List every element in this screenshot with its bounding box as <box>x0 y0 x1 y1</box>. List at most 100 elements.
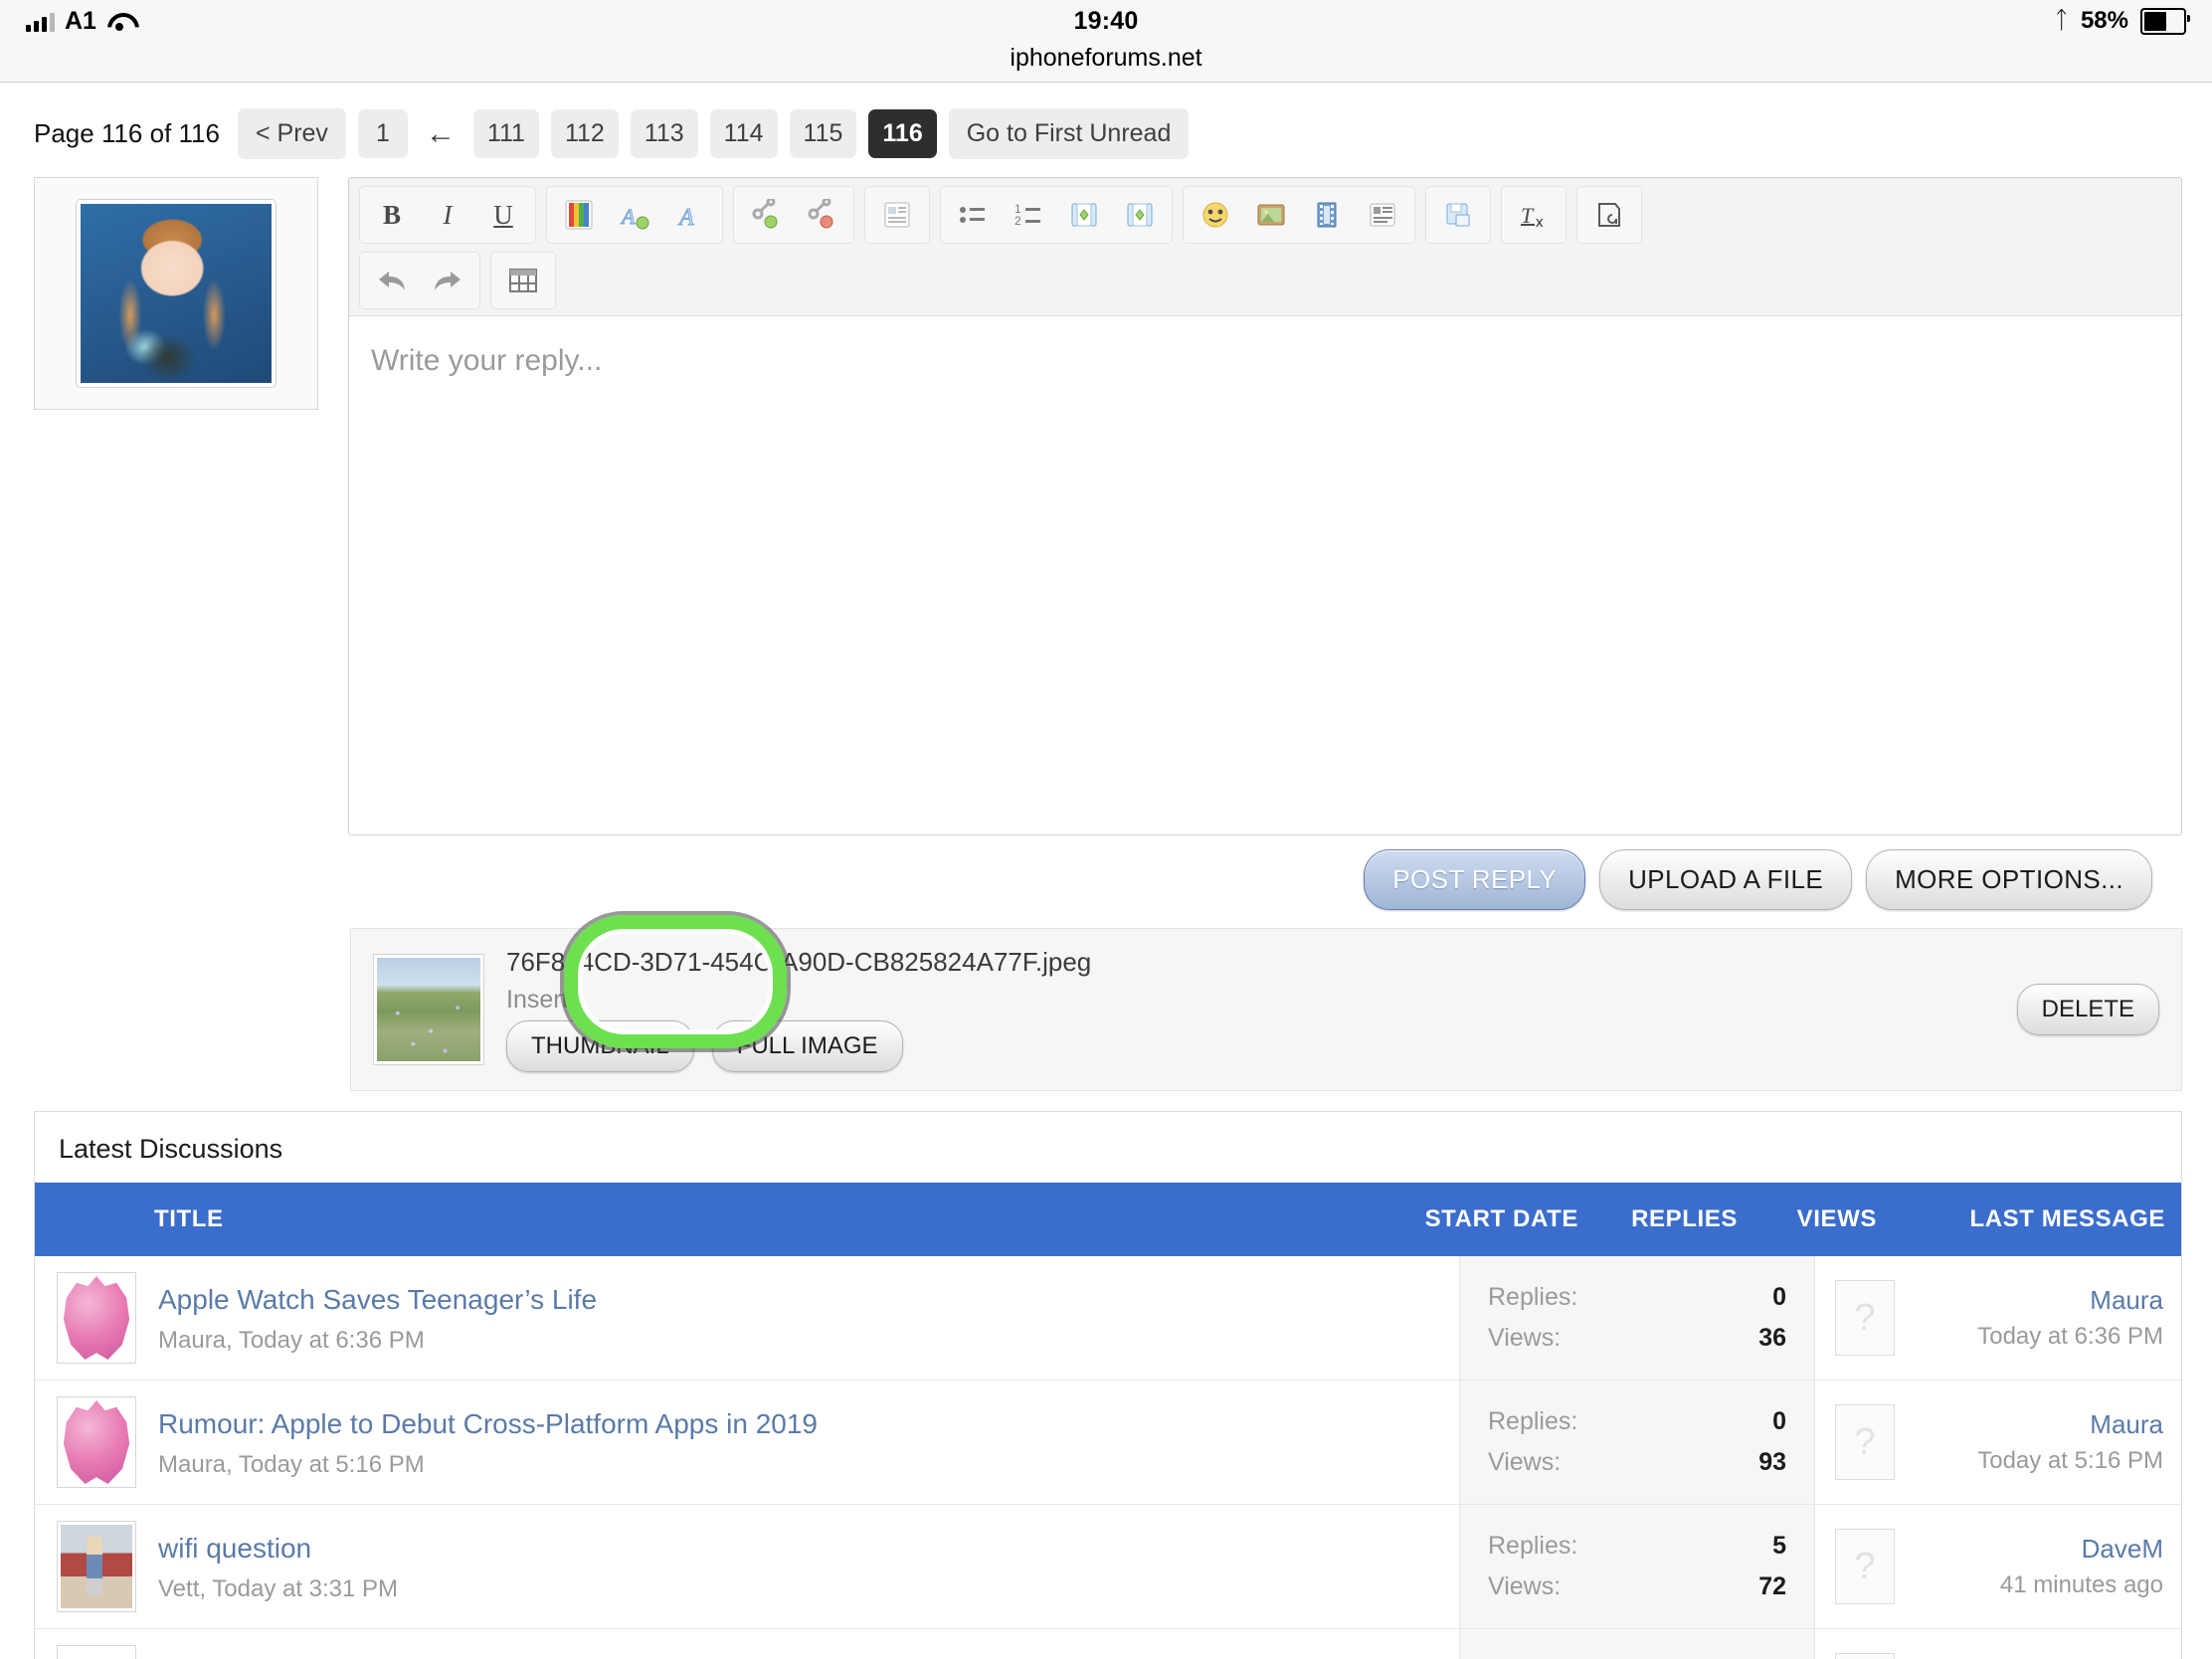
go-to-first-unread-button[interactable]: Go to First Unread <box>949 108 1190 159</box>
page-button-112[interactable]: 112 <box>551 109 619 158</box>
attachment-insert-label: Insert: <box>506 986 1995 1014</box>
undo-icon[interactable] <box>366 257 418 304</box>
toolbar-group-font: A A <box>546 186 723 244</box>
insert-media-icon[interactable] <box>1301 191 1353 239</box>
thread-title-link[interactable]: wifi question <box>158 1531 398 1566</box>
save-draft-icon[interactable] <box>1432 191 1484 239</box>
font-size-icon[interactable]: A <box>609 191 660 239</box>
outdent-icon[interactable] <box>1058 191 1110 239</box>
smilies-icon[interactable] <box>1190 191 1241 239</box>
reply-editor-area: B I U A A <box>0 169 2212 835</box>
editor-toolbar: B I U A A <box>349 178 2181 316</box>
status-bar: A1 19:40 ᛏ 58% <box>0 0 2212 42</box>
views-value: 72 <box>1758 1572 1786 1601</box>
editor-action-buttons: POST REPLY UPLOAD A FILE MORE OPTIONS... <box>0 835 2182 910</box>
last-message-user-link[interactable]: Maura <box>1911 1409 2163 1440</box>
prev-page-button[interactable]: < Prev <box>238 108 346 159</box>
toolbar-row-2 <box>359 252 2171 309</box>
battery-icon <box>2140 8 2186 35</box>
reply-placeholder: Write your reply... <box>371 344 602 378</box>
thumbnail-button[interactable]: THUMBNAIL <box>506 1020 694 1072</box>
italic-icon[interactable]: I <box>422 191 473 239</box>
reply-textarea[interactable]: Write your reply... <box>349 316 2181 784</box>
table-row[interactable]: wifi question Vett, Today at 3:31 PM Rep… <box>35 1505 2181 1629</box>
row-title-cell: Rumour: Apple to Debut Cross-Platform Ap… <box>35 1381 1459 1504</box>
url-text: iphoneforums.net <box>1010 44 1201 72</box>
table-row[interactable]: ♂ Battery problems galvenais_muris, Yest… <box>35 1629 2181 1659</box>
full-image-button[interactable]: FULL IMAGE <box>712 1020 903 1072</box>
table-row[interactable]: Apple Watch Saves Teenager’s Life Maura,… <box>35 1256 2181 1381</box>
bullet-list-icon[interactable] <box>947 191 999 239</box>
spoiler-icon[interactable] <box>1357 191 1408 239</box>
row-stats-cell: Replies:5 Views:72 <box>1459 1505 1814 1628</box>
toolbar-group-format: B I U <box>359 186 536 244</box>
quote-icon[interactable] <box>871 191 923 239</box>
underline-icon[interactable]: U <box>477 191 529 239</box>
numbered-list-icon[interactable]: 12 <box>1003 191 1054 239</box>
page-button-116-current[interactable]: 116 <box>868 109 936 158</box>
delete-attachment-button[interactable]: DELETE <box>2017 984 2159 1035</box>
row-last-message-cell: ? Maura Today at 6:36 PM <box>1814 1256 2181 1380</box>
replies-label: Replies: <box>1488 1283 1577 1312</box>
table-row[interactable]: Rumour: Apple to Debut Cross-Platform Ap… <box>35 1381 2181 1505</box>
toolbar-group-draft <box>1425 186 1491 244</box>
font-family-icon[interactable]: A <box>664 191 716 239</box>
last-message-time: Today at 6:36 PM <box>1911 1322 2163 1352</box>
thread-title-link[interactable]: Rumour: Apple to Debut Cross-Platform Ap… <box>158 1406 818 1441</box>
page-button-113[interactable]: 113 <box>631 109 698 158</box>
insert-link-icon[interactable] <box>740 191 792 239</box>
unlink-icon[interactable] <box>796 191 847 239</box>
svg-text:x: x <box>1536 214 1544 231</box>
thread-author-date: Maura, Today at 5:16 PM <box>158 1451 818 1479</box>
page-button-115[interactable]: 115 <box>790 109 857 158</box>
page-button-111[interactable]: 111 <box>473 109 539 158</box>
replies-label: Replies: <box>1488 1407 1577 1436</box>
bold-icon[interactable]: B <box>366 191 418 239</box>
row-title-cell: Apple Watch Saves Teenager’s Life Maura,… <box>35 1256 1459 1380</box>
column-header-last-message[interactable]: LAST MESSAGE <box>1877 1205 2181 1233</box>
remove-formatting-icon[interactable]: Tx <box>1508 191 1560 239</box>
user-avatar <box>34 177 318 410</box>
column-header-title[interactable]: TITLE <box>35 1205 1380 1233</box>
post-reply-button[interactable]: POST REPLY <box>1364 849 1585 910</box>
attachment-thumbnail[interactable] <box>373 954 484 1065</box>
discussions-table-header: TITLE START DATE REPLIES VIEWS LAST MESS… <box>35 1183 2181 1256</box>
page-button-114[interactable]: 114 <box>710 109 778 158</box>
column-header-views[interactable]: VIEWS <box>1738 1205 1877 1233</box>
page-root: A1 19:40 ᛏ 58% iphoneforums.net Page 116… <box>0 0 2212 1659</box>
row-last-message-cell: ? scifan57 Today at 2:20 AM <box>1814 1629 2181 1659</box>
row-stats-cell: Replies:0 Views:93 <box>1459 1381 1814 1504</box>
thread-author-date: Vett, Today at 3:31 PM <box>158 1575 398 1603</box>
latest-discussions-panel: Latest Discussions TITLE START DATE REPL… <box>34 1111 2182 1659</box>
redo-icon[interactable] <box>422 257 473 304</box>
column-header-start-date[interactable]: START DATE <box>1380 1205 1578 1233</box>
last-message-user-link[interactable]: DaveM <box>1911 1534 2163 1565</box>
question-mark-avatar-icon: ? <box>1835 1280 1895 1356</box>
thread-title-link[interactable]: Apple Watch Saves Teenager’s Life <box>158 1282 597 1317</box>
text-color-icon[interactable] <box>553 191 605 239</box>
last-message-user-link[interactable]: Maura <box>1911 1285 2163 1316</box>
more-options-button[interactable]: MORE OPTIONS... <box>1866 849 2152 910</box>
attachment-insert-buttons: THUMBNAIL FULL IMAGE <box>506 1020 1995 1072</box>
upload-a-file-button[interactable]: UPLOAD A FILE <box>1599 849 1852 910</box>
insert-table-icon[interactable] <box>497 257 549 304</box>
thread-avatar-icon <box>57 1272 136 1364</box>
toolbar-group-quote <box>864 186 930 244</box>
insert-image-icon[interactable] <box>1245 191 1297 239</box>
rich-text-editor[interactable]: B I U A A <box>348 177 2182 835</box>
page-button-1[interactable]: 1 <box>358 109 408 158</box>
last-message-time: 41 minutes ago <box>1911 1570 2163 1600</box>
views-value: 93 <box>1758 1448 1786 1477</box>
toolbar-group-list: 12 <box>940 186 1173 244</box>
views-value: 36 <box>1758 1324 1786 1353</box>
question-mark-avatar-icon: ? <box>1835 1653 1895 1659</box>
column-header-replies[interactable]: REPLIES <box>1578 1205 1738 1233</box>
replies-value: 0 <box>1772 1283 1786 1312</box>
indent-icon[interactable] <box>1114 191 1166 239</box>
page-indicator: Page 116 of 116 <box>34 118 220 149</box>
toggle-bbcode-icon[interactable] <box>1583 191 1635 239</box>
status-bar-clock: 19:40 <box>0 7 2212 36</box>
browser-url-bar[interactable]: iphoneforums.net <box>0 42 2212 82</box>
thread-title-link[interactable]: Battery problems <box>158 1655 584 1659</box>
attachment-row: 76F814CD-3D71-454C-A90D-CB825824A77F.jpe… <box>350 928 2182 1091</box>
